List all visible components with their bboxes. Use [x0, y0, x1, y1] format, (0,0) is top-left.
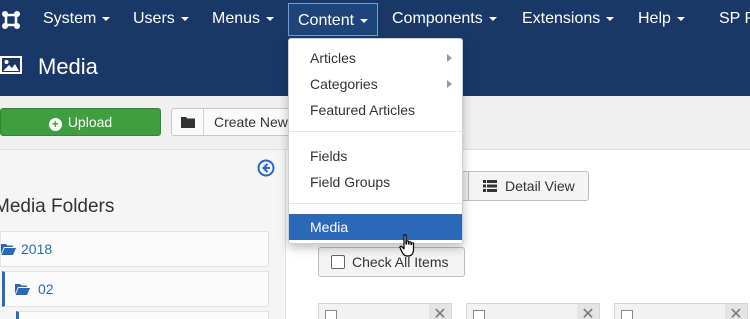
menu-item-articles[interactable]: Articles [289, 45, 462, 71]
nav-content-label: Content [298, 12, 355, 29]
nav-help-label: Help [638, 10, 671, 27]
media-image-icon [0, 56, 22, 74]
chevron-down-icon [360, 18, 369, 23]
checkbox-icon[interactable] [473, 310, 485, 319]
folder-label: 2018 [21, 241, 53, 257]
media-folders-heading: Media Folders [0, 196, 115, 217]
menu-divider [289, 131, 462, 132]
create-new-folder-button[interactable]: Create New F [171, 108, 301, 136]
menu-item-label: Categories [310, 76, 378, 92]
joomla-logo-icon[interactable] [0, 9, 22, 31]
nav-system-label: System [43, 10, 97, 27]
menu-item-label: Featured Articles [310, 102, 416, 118]
chevron-down-icon [266, 16, 275, 21]
chevron-right-icon [447, 80, 452, 88]
menu-item-label: Media [310, 219, 349, 235]
close-icon[interactable]: ✕ [577, 304, 599, 319]
menu-item-label: Field Groups [310, 174, 391, 190]
upload-button[interactable]: + Upload [0, 108, 161, 136]
nav-menus-label: Menus [212, 10, 261, 27]
chevron-down-icon [606, 16, 615, 21]
checkbox-icon[interactable] [621, 310, 633, 319]
menu-item-featured-articles[interactable]: Featured Articles [289, 97, 462, 123]
menu-divider [289, 203, 462, 204]
folder-icon [181, 117, 195, 128]
menu-item-label: Articles [310, 50, 356, 66]
detail-view-label: Detail View [505, 178, 575, 194]
page-title: Media [38, 54, 98, 79]
hand-pointer-icon [399, 234, 415, 257]
menu-item-field-groups[interactable]: Field Groups [289, 169, 462, 195]
nav-menus[interactable]: Menus [212, 0, 275, 38]
folder-icon-box [172, 109, 204, 135]
nav-extensions[interactable]: Extensions [522, 0, 615, 38]
folder-item-02[interactable]: 02 [2, 271, 269, 307]
top-navbar: System Users Menus Content Components Ex… [0, 0, 750, 38]
chevron-down-icon [180, 16, 189, 21]
nav-sp-page-builder[interactable]: SP P [719, 0, 750, 38]
nav-help[interactable]: Help [638, 0, 685, 38]
folder-item-child[interactable] [16, 311, 269, 319]
nav-system[interactable]: System [43, 0, 111, 38]
chevron-down-icon [102, 16, 111, 21]
nav-components[interactable]: Components [392, 0, 497, 38]
nav-sp-label: SP P [719, 10, 750, 27]
nav-users[interactable]: Users [133, 0, 189, 38]
media-folders-sidebar: Media Folders 2018 02 [0, 150, 286, 319]
menu-item-media[interactable]: Media [289, 214, 462, 240]
close-icon[interactable]: ✕ [725, 304, 747, 319]
checkbox-icon [331, 255, 345, 269]
check-all-items-button[interactable]: Check All Items [318, 247, 465, 277]
folder-open-icon [15, 284, 30, 295]
folder-open-icon [1, 244, 16, 255]
chevron-right-icon [447, 54, 452, 62]
nav-components-label: Components [392, 10, 483, 27]
checkbox-icon[interactable] [325, 310, 337, 319]
detail-view-button[interactable]: Detail View [468, 171, 589, 201]
media-thumbnail[interactable]: ✕ [318, 303, 452, 319]
upload-label: Upload [67, 114, 113, 130]
list-icon [483, 180, 497, 192]
chevron-down-icon [676, 16, 685, 21]
close-icon[interactable]: ✕ [429, 304, 451, 319]
folder-item-2018[interactable]: 2018 [0, 231, 269, 267]
chevron-down-icon [488, 16, 497, 21]
arrow-left-circle-icon[interactable] [257, 159, 275, 177]
nav-content[interactable]: Content [288, 3, 379, 36]
folder-label: 02 [38, 281, 54, 297]
menu-item-label: Fields [310, 148, 348, 164]
menu-item-fields[interactable]: Fields [289, 143, 462, 169]
plus-circle-icon: + [48, 118, 62, 131]
media-thumbnail[interactable]: ✕ [466, 303, 600, 319]
menu-item-categories[interactable]: Categories [289, 71, 462, 97]
media-thumbnail[interactable]: ✕ [614, 303, 748, 319]
content-dropdown-menu: Articles Categories Featured Articles Fi… [288, 38, 463, 244]
nav-users-label: Users [133, 10, 175, 27]
nav-extensions-label: Extensions [522, 10, 601, 27]
